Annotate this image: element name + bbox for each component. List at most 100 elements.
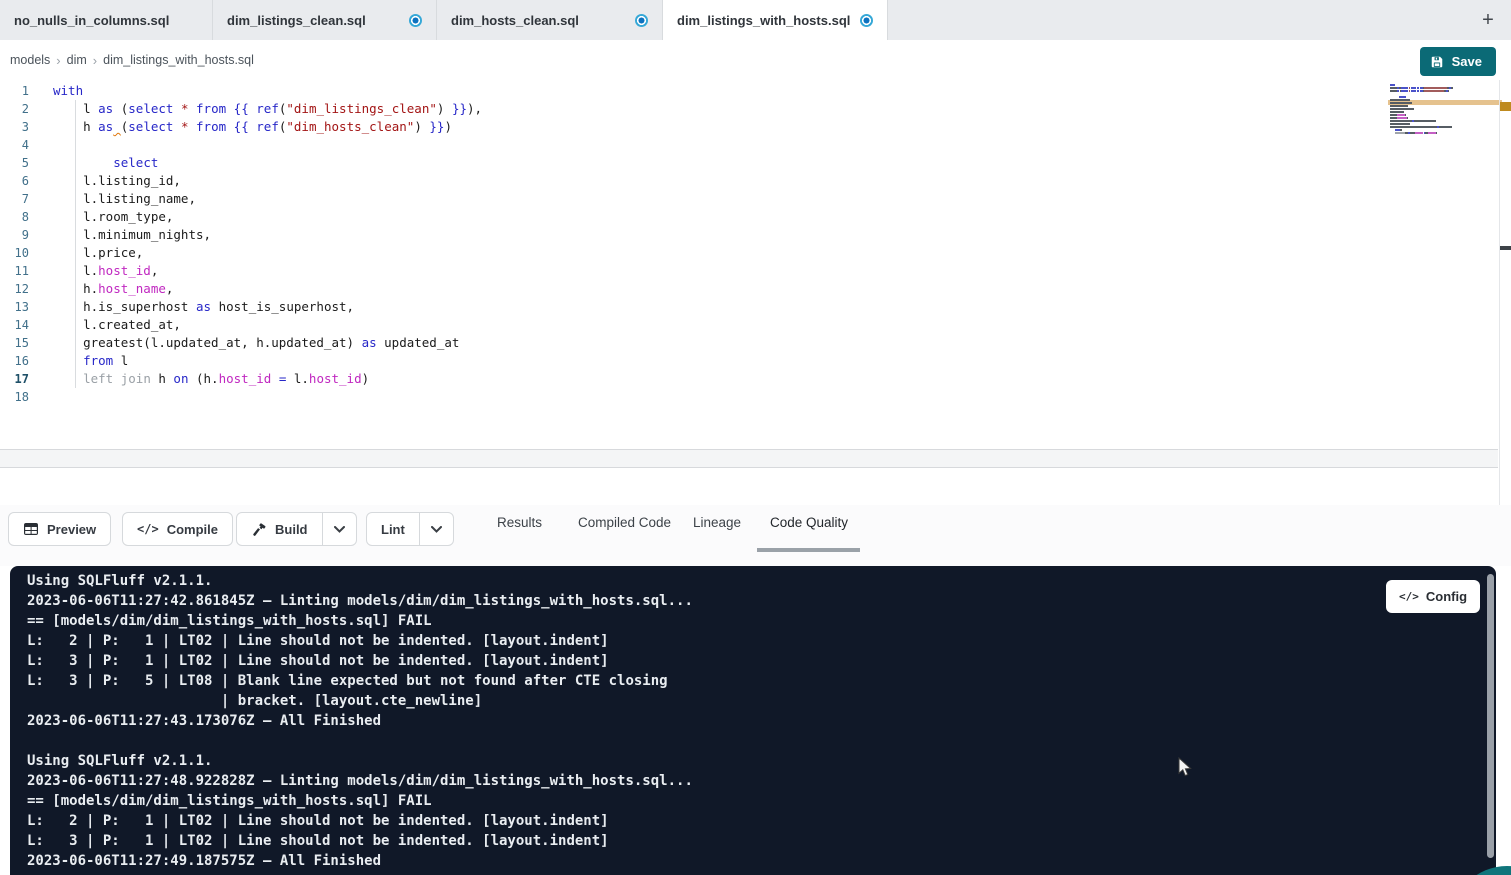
code-line[interactable]: 1with (0, 82, 1380, 100)
terminal-line: L: 2 | P: 1 | LT02 | Line should not be … (27, 811, 1386, 831)
terminal-line: L: 3 | P: 1 | LT02 | Line should not be … (27, 831, 1386, 851)
breadcrumb-separator: › (93, 53, 97, 68)
config-button[interactable]: </> Config (1386, 580, 1480, 613)
terminal-scrollbar[interactable] (1487, 574, 1494, 858)
code-line[interactable]: 9 l.minimum_nights, (0, 226, 1380, 244)
terminal-line: L: 3 | P: 1 | LT02 | Line should not be … (27, 651, 1386, 671)
code-line-text (40, 136, 53, 154)
code-line[interactable]: 11 l.host_id, (0, 262, 1380, 280)
minimap-line (1390, 135, 1500, 137)
config-label: Config (1426, 589, 1467, 604)
minimap-line (1390, 93, 1500, 95)
minimap-line (1390, 87, 1500, 89)
chevron-down-icon (334, 526, 345, 533)
tab-lineage[interactable]: Lineage (693, 505, 741, 539)
code-line[interactable]: 6 l.listing_id, (0, 172, 1380, 190)
build-dropdown-button[interactable] (322, 513, 356, 545)
code-line[interactable]: 18 (0, 388, 1380, 406)
build-button[interactable]: Build (237, 513, 322, 545)
code-line[interactable]: 5 select (0, 154, 1380, 172)
tab-code-quality[interactable]: Code Quality (770, 505, 848, 539)
terminal-line: == [models/dim/dim_listings_with_hosts.s… (27, 611, 1386, 631)
lint-dropdown-button[interactable] (419, 513, 453, 545)
line-number: 16 (0, 352, 40, 370)
code-line[interactable]: 4 (0, 136, 1380, 154)
code-icon: </> (137, 522, 159, 536)
build-button-group: Build (236, 512, 357, 546)
compile-button[interactable]: </> Compile (122, 512, 233, 546)
lint-label: Lint (381, 522, 405, 537)
code-line[interactable]: 17 left join h on (h.host_id = l.host_id… (0, 370, 1380, 388)
split-drag-handle[interactable] (1500, 246, 1511, 250)
line-number: 8 (0, 208, 40, 226)
line-number: 5 (0, 154, 40, 172)
table-icon (23, 522, 39, 536)
action-bar: Preview </> Compile Build (0, 505, 1511, 566)
code-line[interactable]: 8 l.room_type, (0, 208, 1380, 226)
file-tab-bar: no_nulls_in_columns.sql dim_listings_clea… (0, 0, 1511, 40)
minimap-line (1390, 126, 1500, 128)
code-line[interactable]: 12 h.host_name, (0, 280, 1380, 298)
lint-button-group: Lint (366, 512, 454, 546)
file-tab-dim_hosts_clean.sql[interactable]: dim_hosts_clean.sql (437, 0, 663, 40)
minimap-line (1390, 105, 1500, 107)
line-number: 7 (0, 190, 40, 208)
preview-button[interactable]: Preview (8, 512, 111, 546)
code-line[interactable]: 10 l.price, (0, 244, 1380, 262)
active-line-highlight (0, 449, 1498, 468)
save-label: Save (1452, 54, 1482, 69)
save-button[interactable]: Save (1420, 47, 1496, 76)
code-line[interactable]: 13 h.is_superhost as host_is_superhost, (0, 298, 1380, 316)
minimap-line (1390, 96, 1500, 98)
code-line-text: l.listing_name, (40, 190, 196, 208)
breadcrumb-item[interactable]: dim (67, 53, 87, 67)
code-line-text: greatest(l.updated_at, h.updated_at) as … (40, 334, 459, 352)
file-tab-dim_listings_clean.sql[interactable]: dim_listings_clean.sql (213, 0, 437, 40)
code-line[interactable]: 16 from l (0, 352, 1380, 370)
minimap-line (1390, 129, 1500, 131)
code-icon: </> (1399, 590, 1419, 603)
line-number: 13 (0, 298, 40, 316)
editor-scroll-track (1499, 80, 1500, 505)
code-line-text: h.is_superhost as host_is_superhost, (40, 298, 354, 316)
code-line-text: from l (40, 352, 128, 370)
code-line[interactable]: 3 h as (select * from {{ ref("dim_hosts_… (0, 118, 1380, 136)
minimap-line (1390, 117, 1500, 119)
line-number: 15 (0, 334, 40, 352)
line-number: 9 (0, 226, 40, 244)
new-tab-button[interactable]: + (1475, 7, 1501, 33)
line-number: 6 (0, 172, 40, 190)
code-line[interactable]: 2 l as (select * from {{ ref("dim_listin… (0, 100, 1380, 118)
tab-compiled-code[interactable]: Compiled Code (578, 505, 671, 539)
lint-button[interactable]: Lint (367, 513, 419, 545)
terminal-line: 2023-06-06T11:27:49.187575Z – All Finish… (27, 851, 1386, 871)
code-line-text: h as (select * from {{ ref("dim_hosts_cl… (40, 118, 452, 136)
terminal-line: L: 2 | P: 1 | LT02 | Line should not be … (27, 631, 1386, 651)
code-editor[interactable]: 1with2 l as (select * from {{ ref("dim_l… (0, 80, 1511, 505)
tab-results[interactable]: Results (497, 505, 542, 539)
code-line[interactable]: 7 l.listing_name, (0, 190, 1380, 208)
line-number: 10 (0, 244, 40, 262)
file-tab-no_nulls_in_columns.sql[interactable]: no_nulls_in_columns.sql (0, 0, 213, 40)
minimap-line (1390, 132, 1500, 134)
unsaved-changes-icon (860, 14, 873, 27)
code-line[interactable]: 14 l.created_at, (0, 316, 1380, 334)
build-label: Build (275, 522, 308, 537)
preview-label: Preview (47, 522, 96, 537)
overview-ruler-warning-marker (1500, 102, 1511, 111)
file-tab-dim_listings_with_hosts.sql[interactable]: dim_listings_with_hosts.sql (663, 0, 888, 40)
minimap-line (1390, 108, 1500, 110)
terminal-line: Using SQLFluff v2.1.1. (27, 571, 1386, 591)
code-line-text: select (40, 154, 158, 172)
breadcrumb-item[interactable]: dim_listings_with_hosts.sql (103, 53, 254, 67)
code-line-text: with (40, 82, 83, 100)
code-line-text: l.room_type, (40, 208, 173, 226)
terminal-line: 2023-06-06T11:27:43.173076Z – All Finish… (27, 711, 1386, 731)
breadcrumb-item[interactable]: models (10, 53, 50, 67)
file-tab-label: no_nulls_in_columns.sql (14, 13, 169, 28)
file-tab-label: dim_listings_clean.sql (227, 13, 366, 28)
code-line-text: l as (select * from {{ ref("dim_listings… (40, 100, 482, 118)
code-line-text: l.created_at, (40, 316, 181, 334)
code-line[interactable]: 15 greatest(l.updated_at, h.updated_at) … (0, 334, 1380, 352)
minimap[interactable] (1390, 84, 1500, 138)
